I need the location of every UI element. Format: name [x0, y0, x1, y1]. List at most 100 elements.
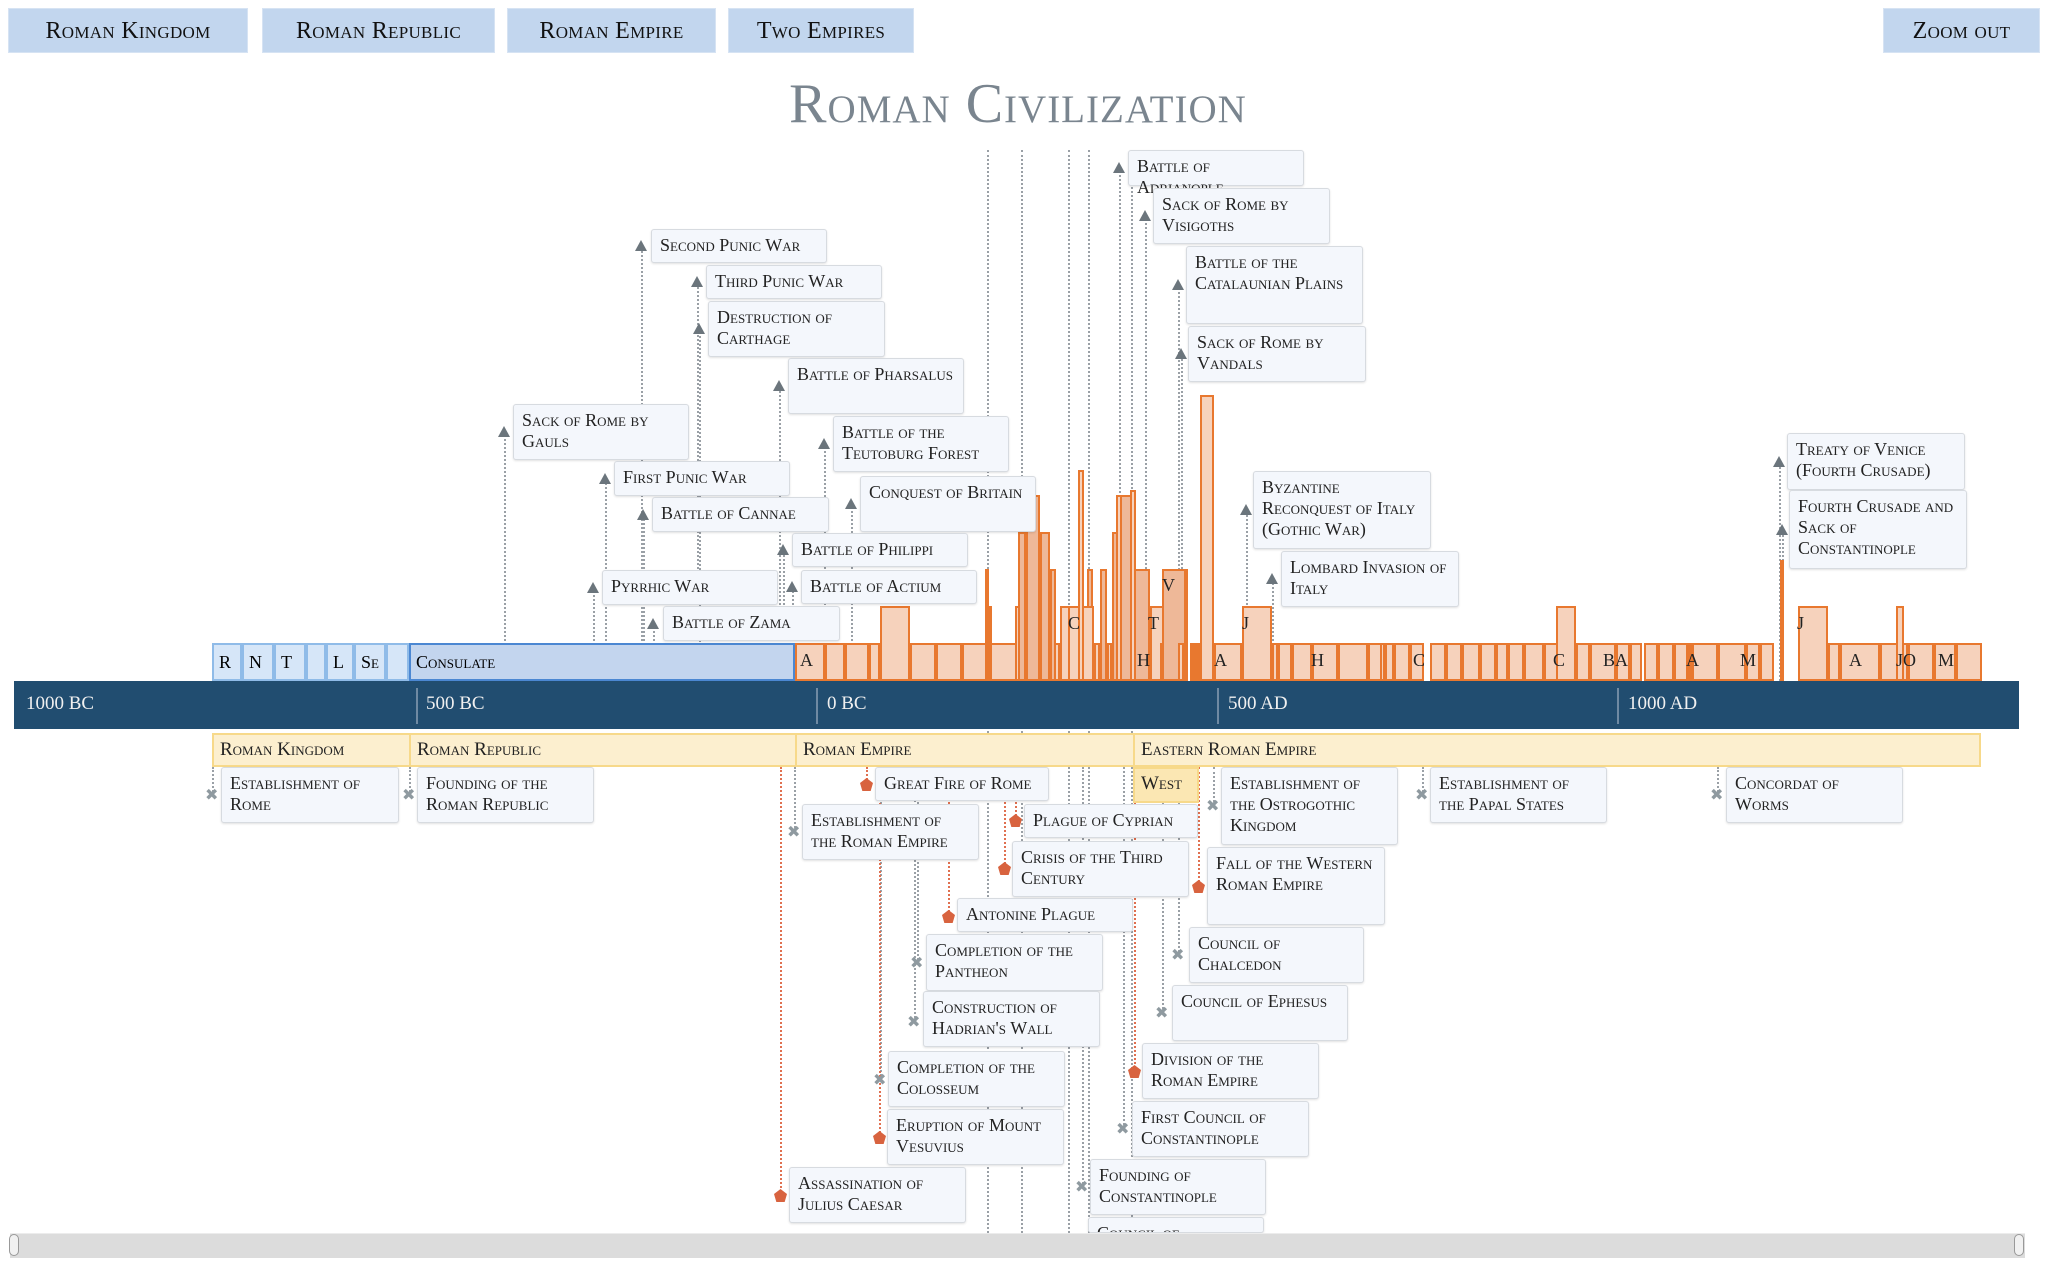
event-label[interactable]: Eruption of Mount Vesuvius [887, 1109, 1064, 1165]
event-label[interactable]: Great Fire of Rome [875, 767, 1049, 801]
battle-marker-icon[interactable] [1175, 348, 1187, 359]
battle-marker-icon[interactable] [647, 617, 659, 629]
event-marker-icon[interactable]: ✖ [907, 1014, 921, 1030]
emperor-bar[interactable] [1200, 395, 1214, 681]
battle-marker-icon[interactable] [691, 276, 703, 287]
emperor-bar[interactable] [988, 606, 992, 681]
event-label[interactable]: Treaty of Venice (Fourth Crusade) [1787, 433, 1965, 490]
event-label[interactable]: Plague of Cyprian [1024, 804, 1198, 838]
nav-roman-empire-button[interactable]: Roman Empire [507, 8, 716, 53]
event-label[interactable]: Byzantine Reconquest of Italy (Gothic Wa… [1253, 471, 1431, 549]
event-label[interactable]: Battle of Actium [801, 570, 977, 604]
disaster-marker-icon[interactable] [774, 1189, 787, 1202]
event-label[interactable]: Assassination of Julius Caesar [789, 1167, 966, 1223]
emperor-bar[interactable] [1956, 643, 1982, 681]
event-marker-icon[interactable]: ✖ [1155, 1005, 1169, 1021]
event-label[interactable]: Battle of Pharsalus [788, 358, 964, 414]
event-label[interactable]: Concordat of Worms [1726, 767, 1903, 823]
event-marker-icon[interactable]: ✖ [1075, 1179, 1089, 1195]
disaster-marker-icon[interactable] [860, 778, 873, 791]
emperor-bar[interactable] [1524, 643, 1544, 681]
emperor-bar[interactable] [1462, 643, 1480, 681]
battle-marker-icon[interactable] [818, 438, 830, 449]
emperor-bar[interactable] [1780, 560, 1784, 681]
event-label[interactable]: Establishment of the Papal States [1430, 767, 1607, 823]
emperor-bar[interactable] [1828, 643, 1840, 681]
disaster-marker-icon[interactable] [1128, 1065, 1141, 1078]
emperor-bar[interactable] [825, 643, 845, 681]
battle-marker-icon[interactable] [845, 498, 857, 509]
event-label[interactable]: Sack of Rome by Gauls [513, 404, 689, 460]
emperor-bar[interactable] [1018, 532, 1026, 681]
event-label[interactable]: Council of Ephesus [1172, 985, 1348, 1041]
emperor-bar[interactable] [1644, 643, 1658, 681]
period-west[interactable]: West [1133, 767, 1199, 803]
battle-marker-icon[interactable] [1776, 523, 1788, 535]
battle-marker-icon[interactable] [635, 240, 647, 251]
event-label[interactable]: Division of the Roman Empire [1142, 1043, 1319, 1099]
event-label[interactable]: Completion of the Colosseum [888, 1051, 1065, 1107]
emperor-bar[interactable] [1496, 643, 1508, 681]
ruler-segment[interactable]: T [274, 643, 306, 681]
event-label[interactable]: Battle of Zama [663, 606, 840, 641]
period-eastern-roman-empire[interactable]: Eastern Roman Empire [1133, 733, 1981, 767]
event-label[interactable]: Completion of the Pantheon [926, 934, 1103, 991]
emperor-bar[interactable] [1430, 643, 1446, 681]
period-roman-kingdom[interactable]: Roman Kingdom [212, 733, 411, 767]
nav-roman-republic-button[interactable]: Roman Republic [262, 8, 495, 53]
event-label[interactable]: Pyrrhic War [602, 570, 778, 605]
emperor-bar[interactable] [1394, 643, 1410, 681]
event-marker-icon[interactable]: ✖ [1710, 787, 1724, 803]
battle-marker-icon[interactable] [1139, 210, 1151, 221]
emperor-bar[interactable] [880, 606, 910, 681]
event-label[interactable]: Founding of the Roman Republic [417, 767, 594, 823]
emperor-bar[interactable] [1050, 569, 1056, 681]
event-label[interactable]: Destruction of Carthage [708, 301, 885, 357]
event-label[interactable]: Conquest of Britain [860, 476, 1036, 532]
period-roman-republic[interactable]: Roman Republic [409, 733, 797, 767]
range-handle-left[interactable] [9, 1234, 19, 1256]
emperor-bar[interactable] [1116, 495, 1122, 681]
event-marker-icon[interactable]: ✖ [787, 824, 801, 840]
battle-marker-icon[interactable] [786, 581, 798, 592]
ruler-segment[interactable]: R [212, 643, 242, 681]
battle-marker-icon[interactable] [637, 508, 649, 520]
event-label[interactable]: Sack of Rome by Visigoths [1153, 188, 1330, 244]
emperor-bar[interactable] [1385, 643, 1394, 681]
period-roman-empire[interactable]: Roman Empire [795, 733, 1135, 767]
event-label[interactable]: Battle of Philippi [792, 533, 968, 567]
emperor-bar[interactable] [1040, 532, 1050, 681]
battle-marker-icon[interactable] [773, 380, 785, 391]
battle-marker-icon[interactable] [1240, 504, 1252, 515]
event-marker-icon[interactable]: ✖ [205, 787, 219, 803]
event-label[interactable]: Lombard Invasion of Italy [1281, 551, 1459, 607]
range-handle-right[interactable] [2014, 1234, 2024, 1256]
event-label[interactable]: Battle of the Teutoburg Forest [833, 416, 1009, 472]
event-label[interactable]: Third Punic War [706, 265, 882, 299]
emperor-bar[interactable] [1338, 643, 1368, 681]
disaster-marker-icon[interactable] [1192, 880, 1205, 893]
event-label[interactable]: Crisis of the Third Century [1012, 841, 1189, 897]
event-marker-icon[interactable]: ✖ [873, 1072, 887, 1088]
battle-marker-icon[interactable] [693, 323, 705, 334]
event-label[interactable]: Establishment of the Roman Empire [802, 804, 979, 860]
emperor-bar[interactable] [1292, 643, 1312, 681]
battle-marker-icon[interactable] [587, 581, 599, 593]
event-marker-icon[interactable]: ✖ [910, 955, 924, 971]
emperor-bar[interactable] [936, 643, 962, 681]
emperor-bar[interactable] [1760, 643, 1774, 681]
ruler-segment[interactable] [306, 643, 326, 681]
ruler-segment[interactable]: Se [354, 643, 386, 681]
emperor-bar[interactable] [869, 643, 880, 681]
event-label[interactable]: Council of Chalcedon [1189, 927, 1364, 983]
emperor-bar[interactable] [1100, 569, 1107, 681]
event-label[interactable]: Battle of Cannae [652, 497, 829, 532]
disaster-marker-icon[interactable] [873, 1131, 886, 1144]
emperor-bar[interactable] [1446, 643, 1462, 681]
event-marker-icon[interactable]: ✖ [1415, 787, 1429, 803]
event-label[interactable]: Battle of the Catalaunian Plains [1186, 246, 1363, 324]
emperor-bar[interactable] [1576, 643, 1590, 681]
battle-marker-icon[interactable] [1773, 455, 1785, 467]
event-label[interactable]: Antonine Plague [957, 898, 1133, 932]
battle-marker-icon[interactable] [777, 544, 789, 555]
